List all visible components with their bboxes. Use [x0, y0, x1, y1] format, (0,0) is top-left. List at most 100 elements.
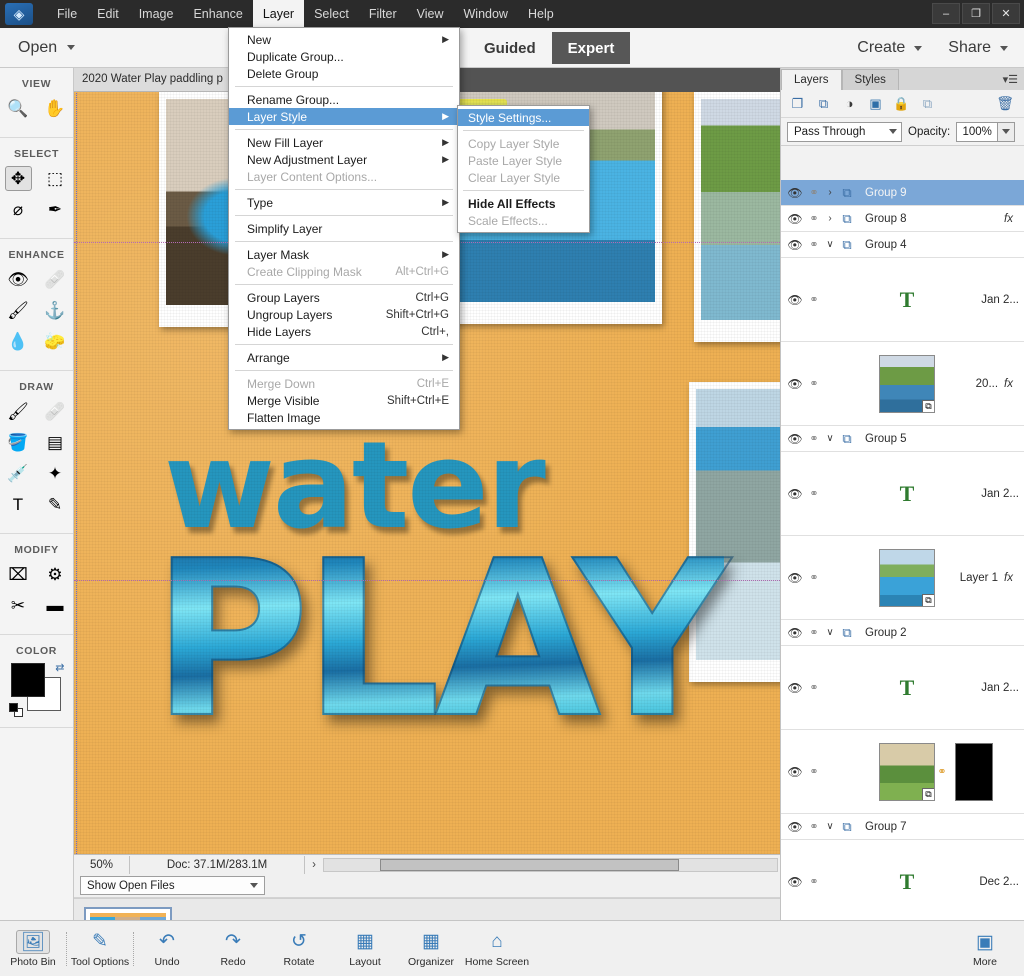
layer-menu-item-ungroup-layers[interactable]: Ungroup Layers Shift+Ctrl+G — [229, 306, 459, 323]
twisty-icon[interactable]: ∨ — [823, 433, 837, 444]
menu-enhance[interactable]: Enhance — [183, 0, 252, 28]
smart-brush-tool[interactable]: 🖌 — [5, 298, 32, 323]
layer-group-row[interactable]: 👁 ⚭ ∨ ⧉ Group 4 — [781, 232, 1024, 258]
link-layer-icon[interactable]: ⚭ — [805, 238, 823, 251]
menu-bar[interactable]: File Edit Image Enhance Layer Select Filter Vie… — [47, 0, 564, 28]
link-layer-icon[interactable]: ⚭ — [805, 432, 823, 445]
visibility-eye-icon[interactable]: 👁 — [785, 293, 805, 307]
taskbar-home-screen[interactable]: ⌂ Home Screen — [464, 923, 530, 975]
paint-bucket-tool[interactable]: 🪣 — [5, 430, 32, 455]
mode-tab-guided[interactable]: Guided — [468, 32, 552, 64]
visibility-eye-icon[interactable]: 👁 — [785, 765, 805, 779]
layer-menu-item-merge-visible[interactable]: Merge Visible Shift+Ctrl+E — [229, 392, 459, 409]
chevron-down-icon[interactable] — [889, 129, 897, 134]
layer-thumbnail[interactable]: ⧉ — [879, 742, 935, 801]
visibility-eye-icon[interactable]: 👁 — [785, 820, 805, 834]
layer-fx-badge[interactable]: fx — [1004, 378, 1024, 390]
window-controls[interactable]: – ❐ ✕ — [932, 3, 1020, 24]
brush-tool[interactable]: 🖌 — [5, 399, 32, 424]
visibility-eye-icon[interactable]: 👁 — [785, 377, 805, 391]
twisty-icon[interactable]: ∨ — [823, 821, 837, 832]
layer-thumbnail[interactable]: ⧉ — [879, 548, 935, 607]
taskbar-layout[interactable]: ▦ Layout — [332, 923, 398, 975]
restore-button[interactable]: ❐ — [962, 3, 990, 24]
layer-list[interactable]: ▲ ▼ 👁⚭›⧉Group 9👁⚭›⧉Group 8fx👁⚭∨⧉Group 4👁… — [781, 180, 1024, 920]
menu-layer[interactable]: Layer — [252, 0, 305, 28]
taskbar-tool-options[interactable]: ✎ Tool Options — [67, 923, 133, 975]
style-submenu-item-style-settings[interactable]: Style Settings... — [458, 109, 589, 126]
visibility-eye-icon[interactable]: 👁 — [785, 571, 805, 585]
layer-menu-item-new-fill-layer[interactable]: New Fill Layer ▶ — [229, 134, 459, 151]
layer-mask-icon[interactable]: ▣ — [867, 95, 884, 112]
taskbar-organizer[interactable]: ▦ Organizer — [398, 923, 464, 975]
layer-row[interactable]: 👁 ⚭ ⧉ Layer 1 fx — [781, 536, 1024, 620]
taskbar-photo-bin[interactable]: 🖼 Photo Bin — [0, 923, 66, 975]
blur-tool[interactable]: 💧 — [5, 329, 32, 354]
more-panels-button[interactable]: ▣ More — [952, 921, 1018, 976]
chevron-down-icon[interactable] — [914, 45, 923, 51]
chevron-down-icon[interactable] — [67, 45, 76, 50]
mode-tabs[interactable]: Guided Expert — [468, 28, 631, 68]
visibility-eye-icon[interactable]: 👁 — [785, 875, 805, 889]
adjustment-layer-icon[interactable]: ◑ — [841, 95, 858, 112]
link-layer-icon[interactable]: ⚭ — [805, 212, 823, 225]
foreground-color-swatch[interactable] — [10, 663, 45, 697]
layer-fx-badge[interactable]: fx — [1004, 213, 1024, 225]
status-expand-icon[interactable]: › — [305, 859, 323, 871]
link-layer-icon[interactable]: ⚭ — [805, 571, 823, 584]
mask-link-icon[interactable]: ⚭ — [935, 765, 949, 778]
zoom-tool[interactable]: 🔍 — [5, 96, 32, 121]
swap-colors-icon[interactable]: ⇄ — [55, 661, 64, 674]
layer-menu-item-hide-layers[interactable]: Hide Layers Ctrl+, — [229, 323, 459, 340]
straighten-tool[interactable]: ▬ — [42, 593, 69, 618]
link-layers-icon[interactable]: ⧉ — [919, 95, 936, 112]
minimize-button[interactable]: – — [932, 3, 960, 24]
link-layer-icon[interactable]: ⚭ — [805, 186, 823, 199]
menu-help[interactable]: Help — [518, 0, 564, 28]
duplicate-layer-icon[interactable]: ⧉ — [815, 95, 832, 112]
opacity-value[interactable]: 100% — [956, 121, 999, 142]
rectangular-marquee-tool[interactable]: ⬚ — [42, 166, 69, 191]
eraser-tool[interactable]: 🩹 — [42, 399, 69, 424]
quick-selection-tool[interactable]: ✒ — [42, 197, 69, 222]
layer-thumbnail[interactable]: ⧉ — [879, 354, 935, 413]
zoom-level[interactable]: 50% — [74, 855, 130, 874]
layer-row[interactable]: 👁 ⚭ T Jan 2... — [781, 258, 1024, 342]
color-swatches[interactable]: ⇄ — [8, 661, 65, 717]
twisty-icon[interactable]: ∨ — [823, 627, 837, 638]
spot-healing-brush-tool[interactable]: 🩹 — [42, 267, 69, 292]
layer-menu-item-group-layers[interactable]: Group Layers Ctrl+G — [229, 289, 459, 306]
layer-menu-item-layer-mask[interactable]: Layer Mask ▶ — [229, 246, 459, 263]
layer-menu-item-simplify-layer[interactable]: Simplify Layer — [229, 220, 459, 237]
link-layer-icon[interactable]: ⚭ — [805, 626, 823, 639]
show-open-files-dropdown[interactable]: Show Open Files — [80, 876, 265, 895]
layer-group-row[interactable]: 👁 ⚭ ∨ ⧉ Group 7 — [781, 814, 1024, 840]
menu-filter[interactable]: Filter — [359, 0, 407, 28]
sponge-tool[interactable]: 🧽 — [42, 329, 69, 354]
lasso-tool[interactable]: ⌀ — [5, 197, 32, 222]
link-layer-icon[interactable]: ⚭ — [805, 820, 823, 833]
layer-menu-item-duplicate-group[interactable]: Duplicate Group... — [229, 48, 459, 65]
chevron-down-icon[interactable] — [1000, 45, 1008, 51]
twisty-icon[interactable]: › — [823, 187, 837, 198]
panel-menu-icon[interactable]: ▾☰ — [1003, 73, 1018, 86]
layer-group-row[interactable]: 👁 ⚭ › ⧉ Group 9 — [781, 180, 1024, 206]
custom-shape-tool[interactable]: ✦ — [42, 461, 69, 486]
crop-tool[interactable]: ⌧ — [5, 562, 32, 587]
menu-file[interactable]: File — [47, 0, 87, 28]
visibility-eye-icon[interactable]: 👁 — [785, 681, 805, 695]
color-picker-tool[interactable]: 💉 — [5, 461, 32, 486]
hand-tool[interactable]: ✋ — [42, 96, 69, 121]
layer-menu-item-new[interactable]: New ▶ — [229, 31, 459, 48]
open-button[interactable]: Open — [18, 39, 76, 57]
blend-mode-select[interactable]: Pass Through — [787, 121, 902, 142]
red-eye-removal-tool[interactable]: 👁 — [5, 267, 32, 292]
lock-icon[interactable]: 🔒 — [893, 95, 910, 112]
horizontal-scrollbar[interactable] — [323, 857, 778, 872]
visibility-eye-icon[interactable]: 👁 — [785, 432, 805, 446]
layer-menu-item-delete-group[interactable]: Delete Group — [229, 65, 459, 82]
layer-row[interactable]: 👁 ⚭ T Jan 2... — [781, 646, 1024, 730]
layer-group-row[interactable]: 👁 ⚭ › ⧉ Group 8 fx — [781, 206, 1024, 232]
gradient-tool[interactable]: ▤ — [42, 430, 69, 455]
add-layer-icon[interactable]: ❐ — [789, 95, 806, 112]
